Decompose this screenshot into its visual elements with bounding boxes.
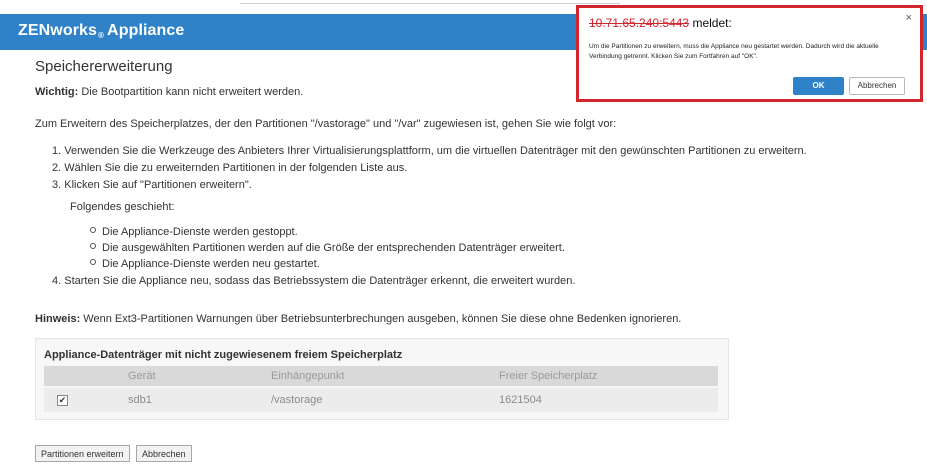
column-header-device[interactable]: Gerät xyxy=(128,370,156,382)
bullet-item: Die Appliance-Dienste werden neu gestart… xyxy=(90,258,320,270)
confirm-dialog: × 10.71.65.240:5443 meldet: Um die Parti… xyxy=(576,5,923,102)
bullet-item: Die ausgewählten Partitionen werden auf … xyxy=(90,242,565,254)
column-header-free-space[interactable]: Freier Speicherplatz xyxy=(499,370,597,382)
step-2: 2. Wählen Sie die zu erweiternden Partit… xyxy=(52,162,408,174)
what-happens-heading: Folgendes geschieht: xyxy=(70,201,175,213)
dialog-title: 10.71.65.240:5443 meldet: xyxy=(589,16,732,30)
important-label: Wichtig: xyxy=(35,86,79,98)
brand-product: Appliance xyxy=(107,22,185,39)
step-1: 1. Verwenden Sie die Werkzeuge des Anbie… xyxy=(52,145,807,157)
dialog-host: 10.71.65.240:5443 xyxy=(589,16,690,30)
dialog-cancel-button[interactable]: Abbrechen xyxy=(849,77,905,95)
cell-mount-point: /vastorage xyxy=(271,394,323,406)
hint-note: Hinweis: Wenn Ext3-Partitionen Warnungen… xyxy=(35,313,681,325)
hint-text: Wenn Ext3-Partitionen Warnungen über Bet… xyxy=(80,313,682,325)
app-brand: ZENworks® Appliance xyxy=(18,22,184,40)
dialog-title-suffix: meldet: xyxy=(689,16,732,30)
disk-table-panel: Appliance-Datenträger mit nicht zugewies… xyxy=(35,338,729,420)
brand-registered-mark: ® xyxy=(98,31,105,40)
close-icon[interactable]: × xyxy=(906,12,912,24)
bullet-text: Die Appliance-Dienste werden gestoppt. xyxy=(102,226,298,238)
page-title: Speichererweiterung xyxy=(35,58,173,75)
bullet-text: Die ausgewählten Partitionen werden auf … xyxy=(102,242,565,254)
column-header-mount-point[interactable]: Einhängepunkt xyxy=(271,370,344,382)
cell-free-space: 1621504 xyxy=(499,394,542,406)
hint-label: Hinweis: xyxy=(35,313,81,325)
important-note: Wichtig: Die Bootpartition kann nicht er… xyxy=(35,86,303,98)
bullet-icon xyxy=(90,227,96,233)
table-row[interactable]: ✔ sdb1 /vastorage 1621504 xyxy=(44,388,718,412)
disk-table-title: Appliance-Datenträger mit nicht zugewies… xyxy=(44,349,403,361)
row-select-checkbox[interactable]: ✔ xyxy=(57,395,68,406)
dialog-message: Um die Partitionen zu erweitern, muss di… xyxy=(589,43,879,60)
intro-text: Zum Erweitern des Speicherplatzes, der d… xyxy=(35,118,617,130)
bullet-text: Die Appliance-Dienste werden neu gestart… xyxy=(102,258,320,270)
expand-partitions-button[interactable]: Partitionen erweitern xyxy=(35,445,130,462)
bullet-icon xyxy=(90,243,96,249)
bullet-icon xyxy=(90,259,96,265)
important-text: Die Bootpartition kann nicht erweitert w… xyxy=(78,86,304,98)
dialog-ok-button[interactable]: OK xyxy=(793,77,844,95)
brand-name: ZENworks xyxy=(18,22,98,39)
cell-device: sdb1 xyxy=(128,394,152,406)
bullet-item: Die Appliance-Dienste werden gestoppt. xyxy=(90,226,298,238)
table-header-row: Gerät Einhängepunkt Freier Speicherplatz xyxy=(44,366,718,386)
step-4: 4. Starten Sie die Appliance neu, sodass… xyxy=(52,275,576,287)
cancel-button[interactable]: Abbrechen xyxy=(136,445,192,462)
step-3: 3. Klicken Sie auf "Partitionen erweiter… xyxy=(52,179,252,191)
